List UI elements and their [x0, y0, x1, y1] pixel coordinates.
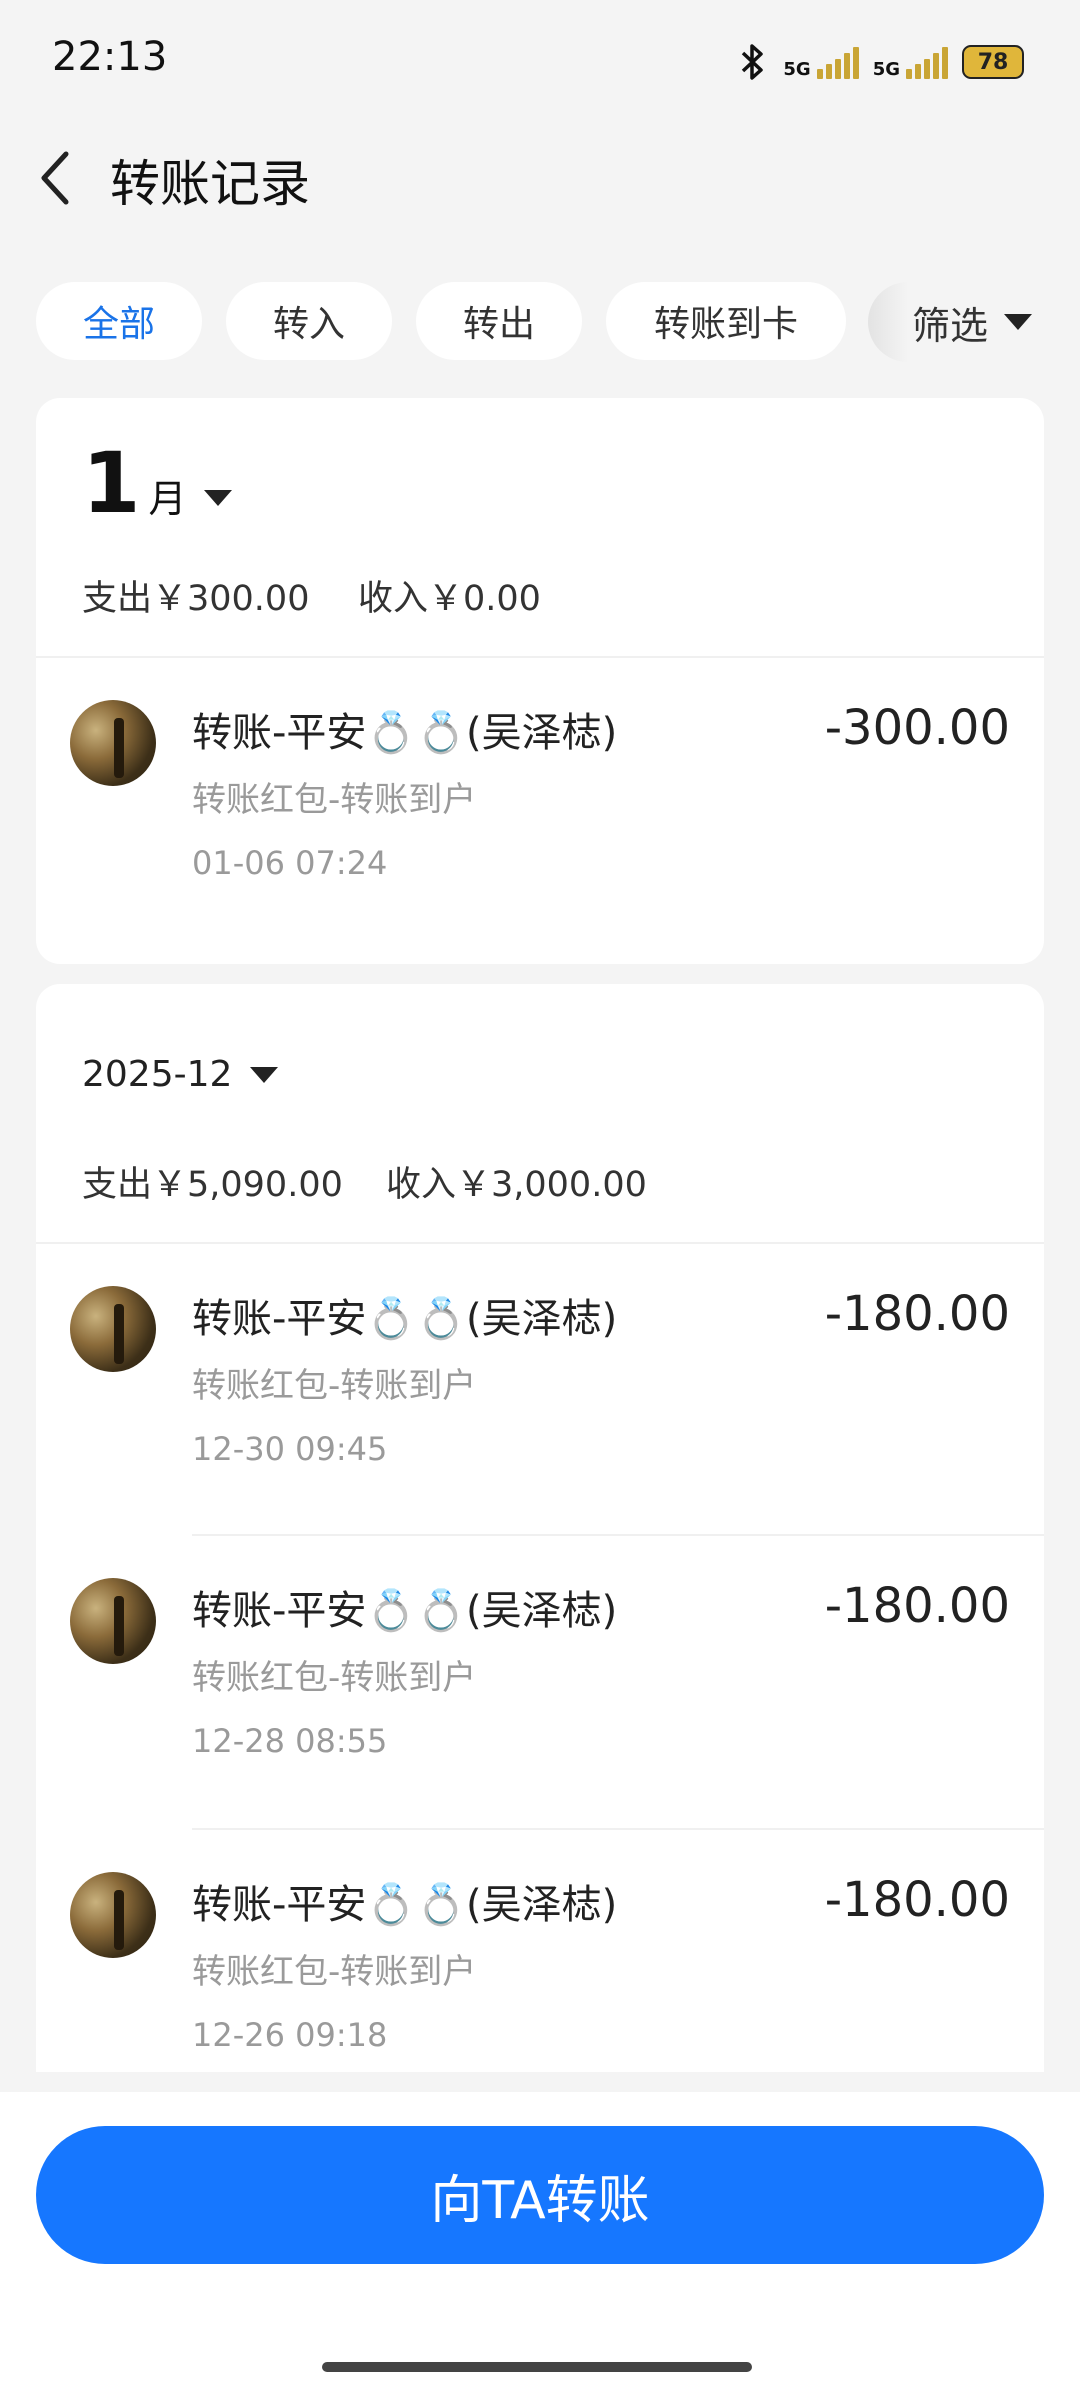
expense-summary: 支出￥300.00 — [82, 579, 310, 619]
record-time: 12-26 09:18 — [192, 2016, 388, 2054]
divider — [36, 1242, 1044, 1244]
filter-tabs: 全部 转入 转出 转账到卡 筛选 — [36, 282, 1080, 362]
avatar — [70, 1286, 156, 1372]
transfer-record[interactable]: 转账-平安💍💍(吴泽梽) 转账红包-转账到户 12-26 09:18 -180.… — [36, 1872, 1044, 2072]
tab-to-card[interactable]: 转账到卡 — [606, 282, 846, 360]
signal-bars-icon — [816, 45, 859, 79]
record-amount: -180.00 — [824, 1872, 1010, 1928]
record-title: 转账-平安💍💍(吴泽梽) — [192, 1882, 618, 1928]
row-divider — [192, 1828, 1044, 1830]
record-amount: -180.00 — [824, 1578, 1010, 1634]
month-selector[interactable]: 1 月 — [82, 434, 233, 532]
battery-icon: 78 — [962, 45, 1024, 79]
network-label-2: 5G — [872, 59, 900, 80]
record-time: 01-06 07:24 — [192, 844, 388, 882]
record-title: 转账-平安💍💍(吴泽梽) — [192, 710, 618, 756]
record-time: 12-28 08:55 — [192, 1722, 388, 1760]
caret-down-icon — [250, 1066, 279, 1083]
chevron-left-icon — [41, 151, 69, 205]
month-group-2025-12: 2025-12 支出￥5,090.00 收入￥3,000.00 转账-平安💍💍(… — [36, 984, 1044, 2072]
home-indicator[interactable] — [322, 2362, 752, 2372]
avatar — [70, 700, 156, 786]
record-subtitle: 转账红包-转账到户 — [192, 1366, 477, 1406]
transfer-record[interactable]: 转账-平安💍💍(吴泽梽) 转账红包-转账到户 12-28 08:55 -180.… — [36, 1578, 1044, 1868]
tab-all[interactable]: 全部 — [36, 282, 202, 360]
signal-bars-icon — [906, 45, 948, 79]
record-title: 转账-平安💍💍(吴泽梽) — [192, 1588, 618, 1634]
signal-1: 5G — [783, 45, 859, 80]
record-subtitle: 转账红包-转账到户 — [192, 1952, 477, 1992]
signal-2: 5G — [873, 45, 948, 79]
filter-label: 筛选 — [912, 303, 989, 348]
month-label: 2025-12 — [82, 1054, 233, 1095]
caret-down-icon — [1004, 314, 1033, 330]
transfer-record[interactable]: 转账-平安💍💍(吴泽梽) 转账红包-转账到户 12-30 09:45 -180.… — [36, 1286, 1044, 1576]
avatar — [70, 1578, 156, 1664]
transfer-record[interactable]: 转账-平安💍💍(吴泽梽) 转账红包-转账到户 01-06 07:24 -300.… — [36, 700, 1044, 964]
record-subtitle: 转账红包-转账到户 — [192, 1658, 477, 1698]
caret-down-icon — [204, 490, 233, 506]
record-title: 转账-平安💍💍(吴泽梽) — [192, 1296, 618, 1342]
month-group-january: 1 月 支出￥300.00 收入￥0.00 转账-平安💍💍(吴泽梽) 转账红包-… — [36, 398, 1044, 964]
page-title: 转账记录 — [110, 155, 310, 213]
status-icons: 5G 5G 78 — [735, 38, 1024, 86]
record-subtitle: 转账红包-转账到户 — [192, 780, 477, 820]
tab-incoming[interactable]: 转入 — [226, 282, 392, 360]
month-number: 1 — [82, 434, 141, 532]
avatar — [70, 1872, 156, 1958]
divider — [36, 656, 1044, 658]
transfer-to-ta-button[interactable]: 向TA转账 — [36, 2126, 1044, 2264]
record-time: 12-30 09:45 — [192, 1430, 388, 1468]
month-selector[interactable]: 2025-12 — [82, 1054, 279, 1095]
bottom-action-bar: 向TA转账 — [0, 2092, 1080, 2392]
record-amount: -180.00 — [824, 1286, 1010, 1342]
filter-button[interactable]: 筛选 — [912, 282, 1033, 362]
row-divider — [192, 1534, 1044, 1536]
income-summary: 收入￥0.00 — [358, 579, 541, 619]
tab-outgoing[interactable]: 转出 — [416, 282, 582, 360]
expense-summary: 支出￥5,090.00 — [82, 1165, 343, 1205]
back-button[interactable] — [36, 148, 76, 208]
network-label-1: 5G — [783, 59, 811, 80]
bluetooth-icon — [742, 44, 764, 80]
status-time: 22:13 — [52, 34, 168, 80]
month-suffix: 月 — [148, 477, 187, 521]
income-summary: 收入￥3,000.00 — [386, 1165, 647, 1205]
record-amount: -300.00 — [824, 700, 1010, 756]
